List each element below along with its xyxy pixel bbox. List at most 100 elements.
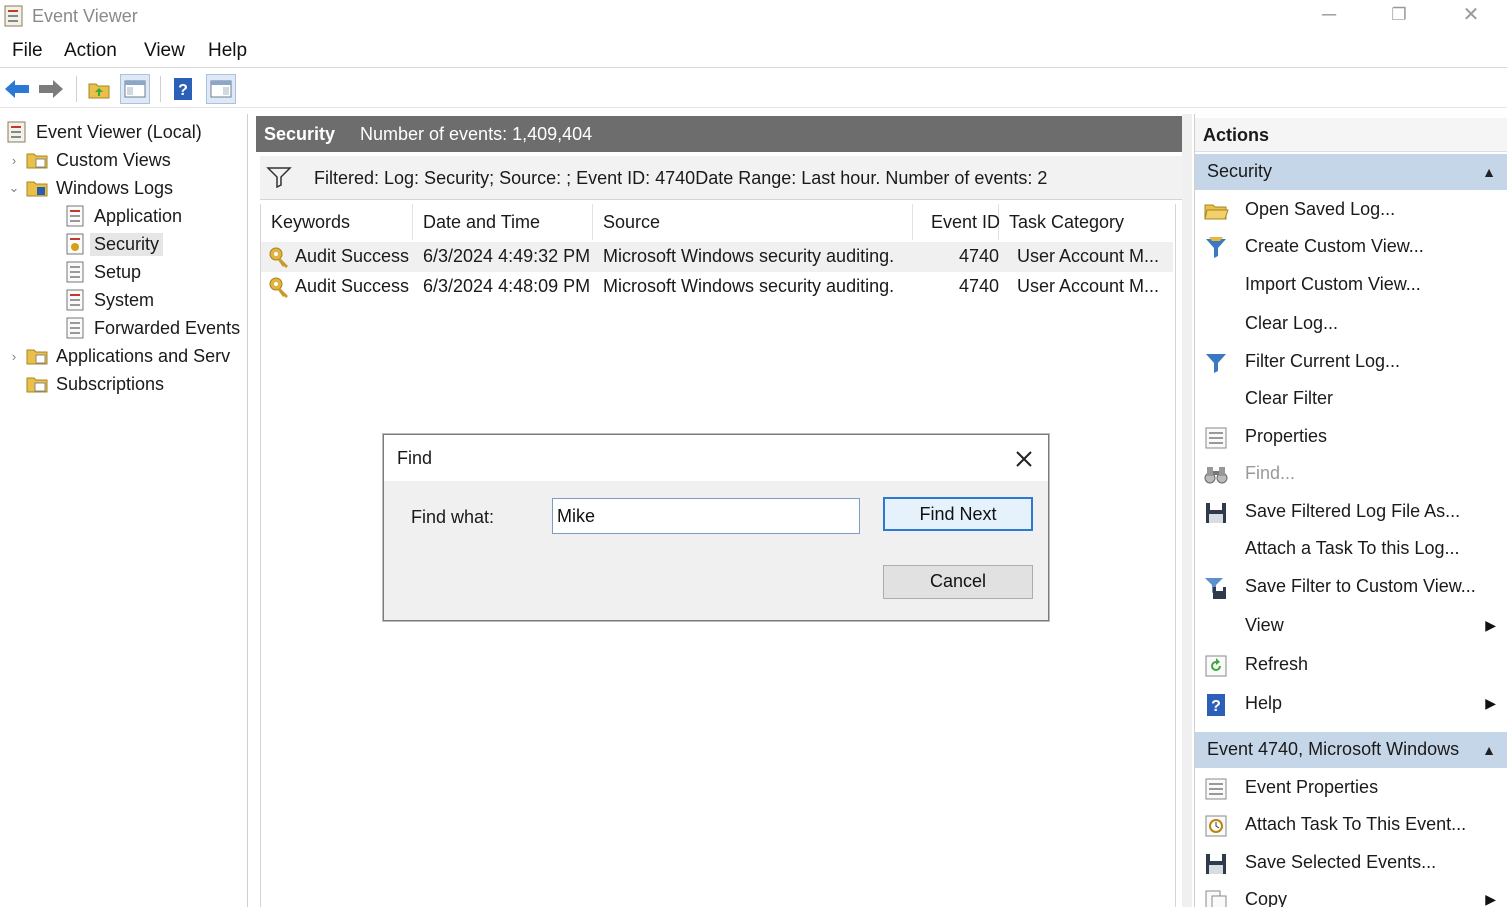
- filter-bar: Filtered: Log: Security; Source: ; Event…: [260, 156, 1182, 200]
- tree-item-subscriptions[interactable]: Subscriptions: [26, 370, 164, 398]
- action-find[interactable]: Find...: [1195, 456, 1507, 492]
- event-count: Number of events: 1,409,404: [360, 124, 593, 144]
- open-folder-icon: [1204, 204, 1229, 220]
- close-icon[interactable]: [1010, 445, 1038, 473]
- close-button[interactable]: ✕: [1436, 0, 1506, 32]
- action-refresh[interactable]: Refresh: [1195, 647, 1507, 683]
- tree-item-security[interactable]: Security: [64, 230, 164, 258]
- action-copy[interactable]: Copy ▶: [1195, 882, 1507, 907]
- forward-button[interactable]: [36, 74, 66, 104]
- cell-task-category: User Account M...: [1017, 276, 1160, 296]
- action-filter-current-log[interactable]: Filter Current Log...: [1195, 344, 1507, 380]
- expand-chevron-icon[interactable]: ›: [6, 153, 22, 168]
- action-label: Filter Current Log...: [1245, 351, 1401, 371]
- column-header-source[interactable]: Source: [593, 204, 913, 240]
- action-attach-task-to-log[interactable]: Attach a Task To this Log...: [1195, 531, 1507, 567]
- column-header-task-category[interactable]: Task Category: [999, 204, 1173, 240]
- help-button[interactable]: ?: [168, 74, 198, 104]
- cell-date-time: 6/3/2024 4:49:32 PM: [423, 246, 591, 266]
- actions-group-event[interactable]: Event 4740, Microsoft Windows ▲: [1195, 732, 1507, 768]
- action-save-filtered-log[interactable]: Save Filtered Log File As...: [1195, 494, 1507, 530]
- action-label: Open Saved Log...: [1245, 199, 1396, 219]
- back-arrow-icon: [5, 80, 29, 98]
- tree-item-applications-and-services[interactable]: › Applications and Serv: [6, 342, 230, 370]
- tree-item-system[interactable]: System: [64, 286, 154, 314]
- minimize-button[interactable]: ─: [1294, 0, 1364, 32]
- tree-label: Setup: [94, 261, 142, 282]
- title-bar: Event Viewer ─ ❐ ✕: [0, 0, 1507, 34]
- column-header-keywords[interactable]: Keywords: [261, 204, 413, 240]
- tree-item-application[interactable]: Application: [64, 202, 182, 230]
- action-attach-task-to-event[interactable]: Attach Task To This Event...: [1195, 807, 1507, 843]
- expand-chevron-icon[interactable]: ›: [6, 349, 22, 364]
- show-hide-action-pane-button[interactable]: [206, 74, 236, 104]
- table-row[interactable]: Audit Success 6/3/2024 4:48:09 PM Micros…: [261, 272, 1173, 302]
- tree-item-forwarded-events[interactable]: Forwarded Events: [64, 314, 240, 342]
- svg-text:?: ?: [178, 82, 188, 99]
- action-view[interactable]: View ▶: [1195, 608, 1507, 644]
- properties-icon: [1205, 427, 1227, 449]
- action-event-properties[interactable]: Event Properties: [1195, 770, 1507, 806]
- pane-splitter[interactable]: [1182, 114, 1192, 907]
- find-dialog: Find Find what: Find Next Cancel: [383, 434, 1049, 621]
- action-save-filter-to-custom-view[interactable]: Save Filter to Custom View...: [1195, 569, 1507, 605]
- toolbar-separator: [76, 76, 77, 102]
- action-clear-log[interactable]: Clear Log...: [1195, 306, 1507, 342]
- action-label: Find...: [1245, 463, 1296, 483]
- audit-success-key-icon: [269, 247, 288, 268]
- action-open-saved-log[interactable]: Open Saved Log...: [1195, 192, 1507, 228]
- column-header-date-time[interactable]: Date and Time: [413, 204, 593, 240]
- collapse-chevron-icon[interactable]: ⌄: [6, 180, 22, 196]
- action-label: Refresh: [1245, 654, 1309, 674]
- action-help[interactable]: ? Help ▶: [1195, 686, 1507, 722]
- tree-label: Windows Logs: [56, 177, 174, 198]
- menu-bar: File Action View Help: [0, 36, 1507, 68]
- action-label: Event Properties: [1245, 777, 1379, 797]
- filter-star-icon: [1206, 237, 1226, 258]
- action-properties[interactable]: Properties: [1195, 419, 1507, 455]
- tree-item-windows-logs[interactable]: ⌄ Windows Logs: [6, 174, 174, 202]
- tree-label: Application: [94, 205, 183, 226]
- actions-group-security[interactable]: Security ▲: [1195, 154, 1507, 190]
- event-viewer-icon: [7, 121, 26, 143]
- show-hide-console-tree-button[interactable]: [120, 74, 150, 104]
- action-create-custom-view[interactable]: Create Custom View...: [1195, 229, 1507, 265]
- copy-icon: [1205, 890, 1227, 907]
- cell-source: Microsoft Windows security auditing.: [603, 246, 895, 266]
- find-next-button[interactable]: Find Next: [883, 497, 1033, 531]
- table-row[interactable]: Audit Success 6/3/2024 4:49:32 PM Micros…: [261, 242, 1173, 272]
- action-import-custom-view[interactable]: Import Custom View...: [1195, 267, 1507, 303]
- menu-action[interactable]: Action: [64, 40, 117, 62]
- collapse-up-icon[interactable]: ▲: [1482, 742, 1496, 758]
- tree-item-event-viewer-local[interactable]: Event Viewer (Local): [6, 118, 202, 146]
- tree-label: Applications and Serv: [56, 345, 231, 366]
- filter-icon: [1206, 354, 1226, 373]
- actions-pane: Actions Security ▲ Open Saved Log... Cre…: [1194, 114, 1507, 907]
- cell-task-category: User Account M...: [1017, 246, 1160, 266]
- tree-label: Security: [90, 232, 164, 256]
- cell-source: Microsoft Windows security auditing.: [603, 276, 895, 296]
- restore-button[interactable]: ❐: [1364, 0, 1434, 32]
- up-folder-button[interactable]: [84, 74, 114, 104]
- cancel-button[interactable]: Cancel: [883, 565, 1033, 599]
- tree-item-custom-views[interactable]: › Custom Views: [6, 146, 171, 174]
- back-button[interactable]: [2, 74, 32, 104]
- action-save-selected-events[interactable]: Save Selected Events...: [1195, 845, 1507, 881]
- menu-help[interactable]: Help: [208, 40, 247, 62]
- filter-icon: [266, 167, 292, 188]
- tree-item-setup[interactable]: Setup: [64, 258, 141, 286]
- cell-keywords: Audit Success: [295, 276, 410, 296]
- cell-event-id: 4740: [958, 246, 999, 266]
- subscriptions-icon: [26, 377, 48, 393]
- action-clear-filter[interactable]: Clear Filter: [1195, 381, 1507, 417]
- window-title: Event Viewer: [32, 6, 138, 26]
- menu-file[interactable]: File: [12, 40, 43, 62]
- binoculars-icon: [1204, 467, 1228, 484]
- menu-view[interactable]: View: [144, 40, 185, 62]
- find-what-input[interactable]: [552, 498, 860, 534]
- cell-keywords: Audit Success: [295, 246, 410, 266]
- column-header-event-id[interactable]: Event ID: [913, 204, 1000, 240]
- collapse-up-icon[interactable]: ▲: [1482, 164, 1496, 180]
- action-label: View: [1245, 615, 1284, 635]
- task-clock-icon: [1205, 815, 1227, 837]
